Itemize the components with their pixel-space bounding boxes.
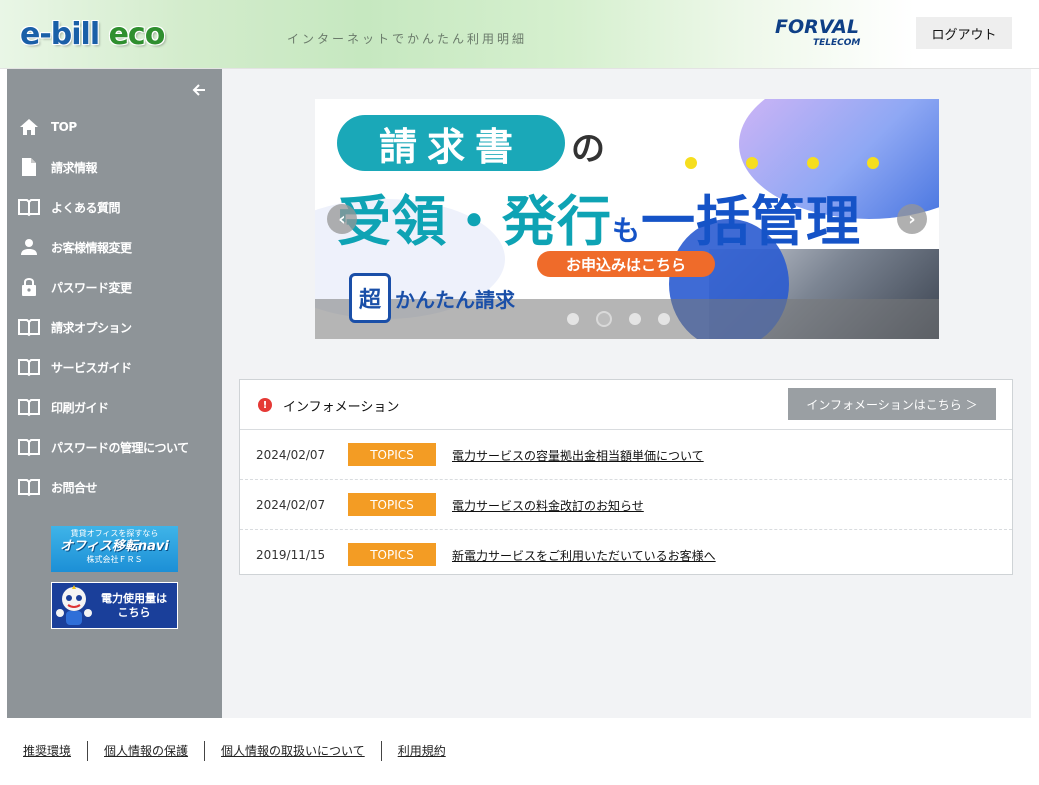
sidebar-item-label: 請求情報 bbox=[51, 160, 98, 175]
carousel-dot-2[interactable] bbox=[596, 311, 612, 327]
mascot-icon bbox=[54, 583, 94, 628]
footer-link-privacy-protection[interactable]: 個人情報の保護 bbox=[88, 741, 206, 761]
info-link[interactable]: 電力サービスの容量拠出金相当額単価について bbox=[452, 447, 704, 464]
sidebar-item-customer-info[interactable]: お客様情報変更 bbox=[7, 227, 222, 267]
carousel-dot-1[interactable] bbox=[567, 313, 579, 325]
table-row: 2019/11/15 TOPICS 新電力サービスをご利用いただいているお客様へ bbox=[240, 530, 1012, 579]
slide-cta-button[interactable]: お申込みはこちら bbox=[537, 251, 715, 277]
sidebar-item-label: お客様情報変更 bbox=[51, 240, 132, 255]
banner-office-line2: オフィス移転navi bbox=[60, 539, 169, 554]
slide-headline-part2: 一括管理 bbox=[641, 190, 862, 253]
footer-link-terms[interactable]: 利用規約 bbox=[382, 741, 462, 761]
book-icon bbox=[18, 436, 40, 458]
e-bill-eco-logo[interactable]: e-bill eco bbox=[20, 16, 166, 52]
slide-headline-part1: 受領・発行 bbox=[337, 190, 612, 253]
slide-pill-text: 請求書 bbox=[337, 115, 565, 171]
lock-icon bbox=[18, 276, 40, 298]
sidebar-item-label: よくある質問 bbox=[51, 200, 121, 215]
kantan-seikyu-logo: 超 かんたん請求 bbox=[349, 270, 515, 326]
book-icon bbox=[18, 396, 40, 418]
sidebar-item-billing-options[interactable]: 請求オプション bbox=[7, 307, 222, 347]
info-date: 2024/02/07 bbox=[256, 448, 326, 462]
document-icon bbox=[18, 156, 40, 178]
promo-carousel[interactable]: 請求書 の 受領・発行も一括管理 お申込みはこちら 超 かんたん請求 ‹ › bbox=[315, 99, 939, 339]
slide-dots-decoration bbox=[685, 157, 885, 169]
sidebar-item-label: 請求オプション bbox=[51, 320, 132, 335]
information-panel: ! インフォメーション インフォメーションはこちら ＞ 2024/02/07 T… bbox=[239, 379, 1013, 575]
logo-main-text: e-bill bbox=[20, 16, 100, 52]
carousel-dot-3[interactable] bbox=[629, 313, 641, 325]
banner-office-line3: 株式会社ＦＲＳ bbox=[86, 555, 143, 564]
topics-badge: TOPICS bbox=[348, 543, 436, 566]
office-relocation-banner[interactable]: 賃貸オフィスを探すなら オフィス移転navi 株式会社ＦＲＳ bbox=[51, 526, 178, 572]
footer-link-personal-info-handling[interactable]: 個人情報の取扱いについて bbox=[205, 741, 382, 761]
information-title: インフォメーション bbox=[283, 400, 400, 415]
topics-badge: TOPICS bbox=[348, 493, 436, 516]
topics-badge: TOPICS bbox=[348, 443, 436, 466]
table-row: 2024/02/07 TOPICS 電力サービスの容量拠出金相当額単価について bbox=[240, 430, 1012, 480]
info-date: 2024/02/07 bbox=[256, 498, 326, 512]
logout-button[interactable]: ログアウト bbox=[916, 17, 1012, 49]
book-icon bbox=[18, 316, 40, 338]
power-usage-banner[interactable]: 電力使用量は こちら bbox=[51, 582, 178, 629]
header-tagline: インターネットでかんたん利用明細 bbox=[287, 32, 528, 46]
carousel-pager bbox=[561, 311, 681, 327]
information-more-button[interactable]: インフォメーションはこちら ＞ bbox=[788, 388, 996, 420]
info-alert-icon: ! bbox=[258, 398, 272, 412]
main-content: 請求書 の 受領・発行も一括管理 お申込みはこちら 超 かんたん請求 ‹ › !… bbox=[222, 69, 1031, 718]
collapse-arrow-icon[interactable] bbox=[190, 81, 208, 99]
footer-link-recommended-env[interactable]: 推奨環境 bbox=[0, 741, 89, 761]
slide-headline: 受領・発行も一括管理 bbox=[337, 177, 861, 256]
carousel-prev-arrow-icon[interactable]: ‹ bbox=[327, 204, 357, 234]
banner-power-line1: 電力使用量は bbox=[101, 591, 167, 605]
info-link[interactable]: 電力サービスの料金改訂のお知らせ bbox=[452, 497, 644, 514]
carousel-next-arrow-icon[interactable]: › bbox=[897, 204, 927, 234]
sidebar: TOP 請求情報 よくある質問 お客様情報変更 パスワード変更 請求オプション … bbox=[7, 69, 222, 718]
sidebar-item-top[interactable]: TOP bbox=[7, 107, 222, 147]
banner-power-line2: こちら bbox=[117, 605, 151, 619]
carousel-dot-4[interactable] bbox=[658, 313, 670, 325]
sidebar-item-billing-info[interactable]: 請求情報 bbox=[7, 147, 222, 187]
app-header: e-bill eco インターネットでかんたん利用明細 FORVAL TELEC… bbox=[0, 0, 1039, 69]
slide-particle: の bbox=[571, 129, 605, 169]
sidebar-item-faq[interactable]: よくある質問 bbox=[7, 187, 222, 227]
information-header: ! インフォメーション インフォメーションはこちら ＞ bbox=[240, 380, 1012, 430]
book-icon bbox=[18, 476, 40, 498]
info-link[interactable]: 新電力サービスをご利用いただいているお客様へ bbox=[452, 547, 716, 564]
sidebar-item-label: お問合せ bbox=[51, 480, 98, 495]
info-date: 2019/11/15 bbox=[256, 548, 326, 562]
table-row: 2024/02/07 TOPICS 電力サービスの料金改訂のお知らせ bbox=[240, 480, 1012, 530]
forval-telecom-logo: FORVAL TELECOM bbox=[775, 16, 875, 54]
brand-mark: 超 bbox=[349, 273, 391, 323]
slide-headline-small: も bbox=[612, 214, 642, 247]
sidebar-item-label: 印刷ガイド bbox=[51, 400, 109, 415]
footer-links: 推奨環境 個人情報の保護 個人情報の取扱いについて 利用規約 bbox=[0, 738, 462, 764]
sidebar-item-contact[interactable]: お問合せ bbox=[7, 467, 222, 507]
book-icon bbox=[18, 196, 40, 218]
sidebar-item-label: パスワードの管理について bbox=[51, 440, 189, 455]
sidebar-item-print-guide[interactable]: 印刷ガイド bbox=[7, 387, 222, 427]
sidebar-item-label: TOP bbox=[51, 120, 77, 134]
sidebar-item-label: サービスガイド bbox=[51, 360, 132, 375]
banner-office-line1: 賃貸オフィスを探すなら bbox=[70, 529, 159, 538]
logo-eco-text: eco bbox=[108, 16, 166, 52]
brand-name: FORVAL bbox=[775, 16, 859, 38]
sidebar-nav: TOP 請求情報 よくある質問 お客様情報変更 パスワード変更 請求オプション … bbox=[7, 107, 222, 507]
sidebar-item-password-change[interactable]: パスワード変更 bbox=[7, 267, 222, 307]
book-icon bbox=[18, 356, 40, 378]
sidebar-item-service-guide[interactable]: サービスガイド bbox=[7, 347, 222, 387]
sidebar-item-password-management[interactable]: パスワードの管理について bbox=[7, 427, 222, 467]
sidebar-item-label: パスワード変更 bbox=[51, 280, 132, 295]
brand-text: かんたん請求 bbox=[395, 287, 515, 312]
brand-sub: TELECOM bbox=[813, 38, 861, 48]
person-icon bbox=[18, 236, 40, 258]
home-icon bbox=[18, 116, 40, 138]
